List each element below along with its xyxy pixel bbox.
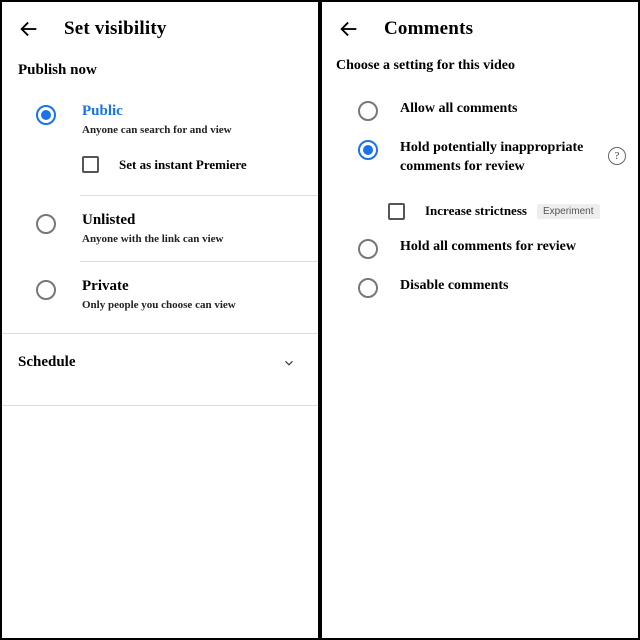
experiment-badge: Experiment bbox=[537, 204, 600, 219]
comments-option-hold-inappropriate[interactable]: Hold potentially inappropriate comments … bbox=[322, 131, 638, 187]
divider bbox=[80, 195, 318, 196]
divider bbox=[80, 261, 318, 262]
comments-panel: Comments Choose a setting for this video… bbox=[322, 2, 638, 638]
radio-hold-all[interactable] bbox=[358, 239, 378, 259]
back-arrow-icon[interactable] bbox=[338, 18, 360, 40]
radio-unlisted[interactable] bbox=[36, 214, 56, 234]
increase-strictness-checkbox[interactable] bbox=[388, 203, 405, 220]
increase-strictness-row[interactable]: Increase strictness Experiment bbox=[322, 187, 638, 230]
radio-private[interactable] bbox=[36, 280, 56, 300]
comments-option-hold-all[interactable]: Hold all comments for review bbox=[322, 230, 638, 269]
comments-option-allow-all[interactable]: Allow all comments bbox=[322, 92, 638, 131]
option-title-unlisted: Unlisted bbox=[82, 212, 302, 229]
instant-premiere-row[interactable]: Set as instant Premiere bbox=[2, 142, 318, 185]
radio-hold-inappropriate[interactable] bbox=[358, 140, 378, 160]
comments-prompt: Choose a setting for this video bbox=[322, 52, 638, 92]
comments-header: Comments bbox=[322, 2, 638, 52]
back-arrow-icon[interactable] bbox=[18, 18, 40, 40]
option-label-hold-all: Hold all comments for review bbox=[378, 238, 626, 257]
option-label-allow-all: Allow all comments bbox=[378, 100, 626, 119]
page-title: Set visibility bbox=[64, 18, 167, 40]
option-desc-public: Anyone can search for and view bbox=[82, 124, 302, 136]
option-title-private: Private bbox=[82, 278, 302, 295]
schedule-label: Schedule bbox=[18, 354, 76, 371]
option-desc-private: Only people you choose can view bbox=[82, 299, 302, 311]
increase-strictness-label: Increase strictness bbox=[425, 203, 527, 219]
option-desc-unlisted: Anyone with the link can view bbox=[82, 233, 302, 245]
option-title-public: Public bbox=[82, 103, 302, 120]
radio-allow-all[interactable] bbox=[358, 101, 378, 121]
comments-option-disable[interactable]: Disable comments bbox=[322, 269, 638, 308]
radio-public[interactable] bbox=[36, 105, 56, 125]
visibility-option-public[interactable]: Public Anyone can search for and view bbox=[2, 97, 318, 142]
schedule-row[interactable]: Schedule bbox=[2, 334, 318, 389]
page-title: Comments bbox=[384, 18, 473, 40]
visibility-panel: Set visibility Publish now Public Anyone… bbox=[2, 2, 318, 638]
publish-now-label: Publish now bbox=[2, 52, 318, 97]
radio-disable[interactable] bbox=[358, 278, 378, 298]
visibility-option-unlisted[interactable]: Unlisted Anyone with the link can view bbox=[2, 206, 318, 251]
visibility-header: Set visibility bbox=[2, 2, 318, 52]
option-label-hold-inappropriate: Hold potentially inappropriate comments … bbox=[378, 139, 604, 177]
option-label-disable: Disable comments bbox=[378, 277, 626, 296]
instant-premiere-checkbox[interactable] bbox=[82, 156, 99, 173]
divider bbox=[2, 405, 318, 406]
chevron-down-icon bbox=[282, 356, 296, 370]
visibility-option-private[interactable]: Private Only people you choose can view bbox=[2, 272, 318, 317]
help-icon[interactable]: ? bbox=[608, 147, 626, 165]
instant-premiere-label: Set as instant Premiere bbox=[119, 157, 247, 173]
